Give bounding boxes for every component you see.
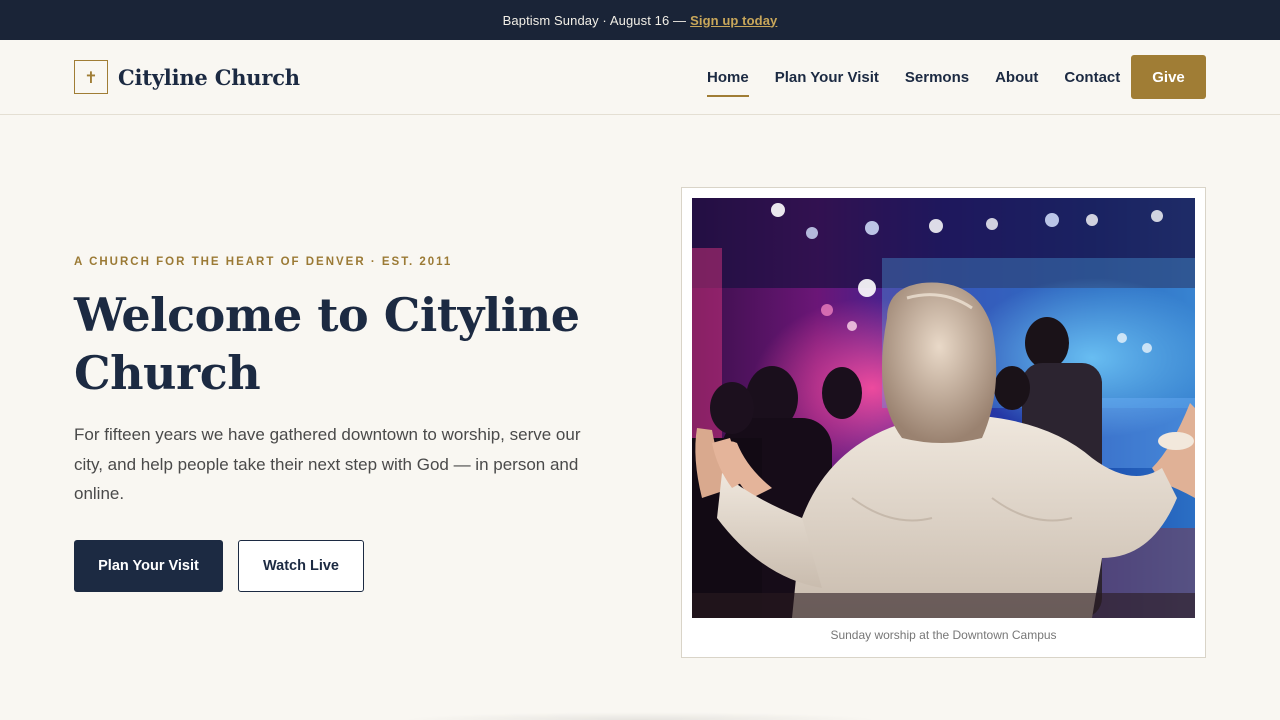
hero-photo-card: Sunday worship at the Downtown Campus (681, 187, 1206, 658)
hero-title: Welcome to Cityline Church (74, 288, 580, 400)
nav-item-sermons[interactable]: Sermons (905, 69, 969, 86)
cross-icon: ✝ (74, 60, 108, 94)
site-header: ✝ Cityline Church Home Plan Your Visit S… (0, 40, 1280, 115)
brand-name: Cityline Church (118, 64, 300, 90)
photo-caption: Sunday worship at the Downtown Campus (830, 628, 1057, 642)
announcement-bar: Baptism Sunday · August 16 — Sign up tod… (0, 0, 1280, 40)
nav-item-contact[interactable]: Contact (1064, 69, 1120, 86)
section-divider-shadow (400, 712, 880, 720)
worship-photo (692, 198, 1195, 618)
plan-your-visit-button[interactable]: Plan Your Visit (74, 540, 223, 592)
nav-item-about[interactable]: About (995, 69, 1038, 86)
main-nav: Home Plan Your Visit Sermons About Conta… (707, 40, 1146, 115)
nav-item-plan-your-visit[interactable]: Plan Your Visit (775, 69, 879, 86)
watch-live-button[interactable]: Watch Live (238, 540, 364, 592)
nav-item-home[interactable]: Home (707, 69, 749, 97)
worship-photo-illustration (692, 198, 1195, 618)
hero-description: For fifteen years we have gathered downt… (74, 425, 581, 503)
announcement-text: Baptism Sunday · August 16 — (502, 12, 687, 28)
brand-logo-link[interactable]: ✝ Cityline Church (74, 60, 300, 94)
give-button[interactable]: Give (1131, 55, 1206, 99)
hero-eyebrow: A CHURCH FOR THE HEART OF DENVER · EST. … (74, 256, 453, 268)
announcement-signup-link[interactable]: Sign up today (690, 13, 777, 28)
